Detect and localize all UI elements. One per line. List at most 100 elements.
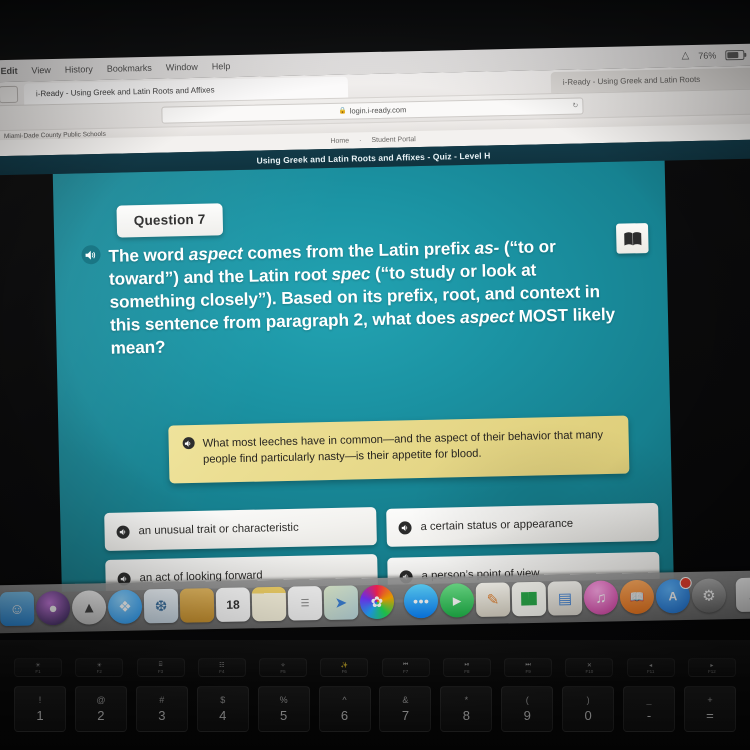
key-f8-label: F8 (464, 668, 470, 674)
key-f10-label: F10 (585, 668, 594, 674)
key-minus[interactable]: _ - (623, 686, 676, 732)
address-bar-url: login.i-ready.com (349, 104, 407, 116)
dock-item-calendar[interactable]: 18 (215, 587, 251, 623)
key-f12-glyph: ▸ (710, 662, 714, 669)
reload-icon[interactable]: ↻ (572, 102, 578, 110)
passage-excerpt-card: What most leeches have in common—and the… (168, 415, 630, 484)
key-f10[interactable]: ✕ F10 (565, 658, 614, 677)
battery-icon[interactable] (725, 49, 745, 61)
key-f1-label: F1 (35, 668, 41, 674)
key-6-bottom: 6 (340, 708, 349, 723)
dock-item-launchpad[interactable]: ▲ (71, 590, 107, 625)
dock-item-app-store[interactable]: A (655, 576, 692, 614)
dock-item-finder[interactable]: ☺ (0, 591, 35, 627)
answer-choice-1[interactable]: an unusual trait or characteristic (104, 507, 377, 551)
menu-item-edit[interactable]: Edit (0, 66, 17, 76)
key-4[interactable]: $4 (196, 686, 249, 732)
key-f1-glyph: ☀ (35, 662, 41, 669)
key-5-top: % (279, 695, 288, 705)
q-part-f: spec (331, 262, 371, 284)
dock-item-notes[interactable] (251, 586, 287, 622)
speaker-icon[interactable] (182, 436, 195, 450)
key-f8-glyph: ⏯ (464, 661, 470, 668)
nav-link-home[interactable]: Home (330, 137, 349, 144)
dock-item-facetime[interactable]: ▶ (439, 583, 475, 618)
function-key-row: ☀ F1 ☀ F2 ⌸ F3 ☷ F4 ✧ F5 ✨ F6 ⏮ F7 ⏯ F8 ⏭ F9 ✕ F10… (0, 658, 750, 677)
key-f3[interactable]: ⌸ F3 (136, 658, 185, 677)
key-f3-label: F3 (157, 668, 164, 674)
key-f9-label: F9 (525, 668, 531, 674)
key-minus-top: _ (646, 695, 652, 705)
key-f12[interactable]: ▸ F12 (687, 658, 736, 677)
menu-item-help[interactable]: Help (212, 61, 231, 71)
key-f8[interactable]: ⏯ F8 (442, 658, 491, 677)
key-8[interactable]: * 8 (440, 686, 493, 732)
dock-item-folder[interactable] (179, 588, 215, 623)
key-5[interactable]: % 5 (257, 686, 310, 732)
dock-item-siri[interactable]: ● (35, 590, 71, 626)
key-9-top: ( (525, 695, 529, 705)
dock-item-reminders[interactable]: ☰ (287, 586, 323, 621)
key-f4-label: F4 (219, 668, 225, 674)
battery-percent-label: 76% (698, 50, 717, 61)
key-9[interactable]: (9 (501, 686, 554, 732)
answer-choice-2-label: a certain status or appearance (420, 517, 574, 534)
browser-tab-inactive[interactable]: i-Ready - Using Greek and Latin Roots (550, 67, 750, 94)
menu-item-bookmarks[interactable]: Bookmarks (107, 63, 152, 74)
key-1[interactable]: ! 1 (14, 686, 66, 732)
wifi-icon[interactable]: △ (681, 50, 689, 61)
key-f4[interactable]: ☷ F4 (197, 658, 246, 677)
answer-choice-2[interactable]: a certain status or appearance (386, 502, 659, 547)
key-6[interactable]: ^ 6 (318, 686, 371, 732)
key-f1[interactable]: ☀ F1 (14, 658, 62, 677)
speaker-icon[interactable] (116, 524, 130, 539)
key-f10-glyph: ✕ (586, 662, 592, 669)
key-8-bottom: 8 (462, 708, 470, 723)
dock-item-numbers[interactable]: ██ (511, 581, 547, 617)
dock-item-system-preferences[interactable]: ⚙ (691, 578, 727, 613)
key-2[interactable]: @2 (74, 686, 127, 732)
key-1-top: ! (38, 695, 42, 705)
calendar-date: 18 (226, 597, 240, 612)
key-f7[interactable]: ⏮ F7 (381, 658, 430, 677)
menu-item-view[interactable]: View (31, 65, 51, 75)
q-part-b: aspect (188, 242, 243, 265)
speaker-icon[interactable] (398, 520, 412, 535)
dock-item-safari[interactable]: ❖ (107, 589, 143, 625)
key-7-bottom: 7 (401, 708, 410, 723)
dock-item-maps[interactable]: ➤ (323, 585, 359, 620)
sidebar-toggle-icon[interactable] (0, 85, 19, 104)
key-equals[interactable]: + = (683, 686, 736, 732)
menu-item-history[interactable]: History (65, 64, 93, 75)
dock-item-ibooks[interactable]: 📖 (619, 579, 655, 615)
key-equals-bottom: = (706, 708, 714, 723)
q-part-h: aspect (459, 305, 515, 327)
app-store-badge (679, 576, 692, 590)
key-7-top: & (402, 695, 409, 705)
dock-item-itunes[interactable]: ♫ (583, 580, 619, 615)
number-key-row: ! 1 @2 #3 $4 % 5 ^ 6 & 7 * 8 (9 ) 0 _ - + = (0, 686, 750, 732)
dock-item-photos[interactable]: ❆ (143, 588, 179, 624)
lesson-title: Using Greek and Latin Roots and Affixes … (256, 149, 491, 166)
key-f6[interactable]: ✨ F6 (320, 658, 369, 677)
key-7[interactable]: & 7 (379, 686, 432, 732)
dock-item-photos-wheel[interactable]: ✿ (359, 584, 395, 620)
key-0[interactable]: ) 0 (562, 686, 615, 732)
key-f9[interactable]: ⏭ F9 (504, 658, 553, 677)
key-f2-label: F2 (96, 668, 102, 674)
dock-item-keynote[interactable]: ▤ (547, 581, 583, 616)
key-f5[interactable]: ✧ F5 (259, 658, 308, 677)
key-f3-glyph: ⌸ (158, 661, 163, 668)
key-3[interactable]: #3 (135, 686, 188, 732)
key-6-top: ^ (342, 695, 347, 705)
key-f11[interactable]: ◂ F11 (626, 658, 675, 677)
dock-item-documents[interactable]: ◢ (735, 577, 750, 613)
dock-item-pages[interactable]: ✎ (475, 582, 511, 618)
speaker-icon[interactable] (81, 244, 101, 265)
key-f2[interactable]: ☀ F2 (75, 658, 124, 677)
menu-item-window[interactable]: Window (166, 62, 198, 73)
dock-item-messages[interactable]: ●●● (403, 583, 439, 619)
key-f12-label: F12 (708, 668, 716, 674)
nav-link-student-portal[interactable]: Student Portal (371, 136, 416, 144)
question-block: The word aspect comes from the Latin pre… (81, 234, 623, 360)
